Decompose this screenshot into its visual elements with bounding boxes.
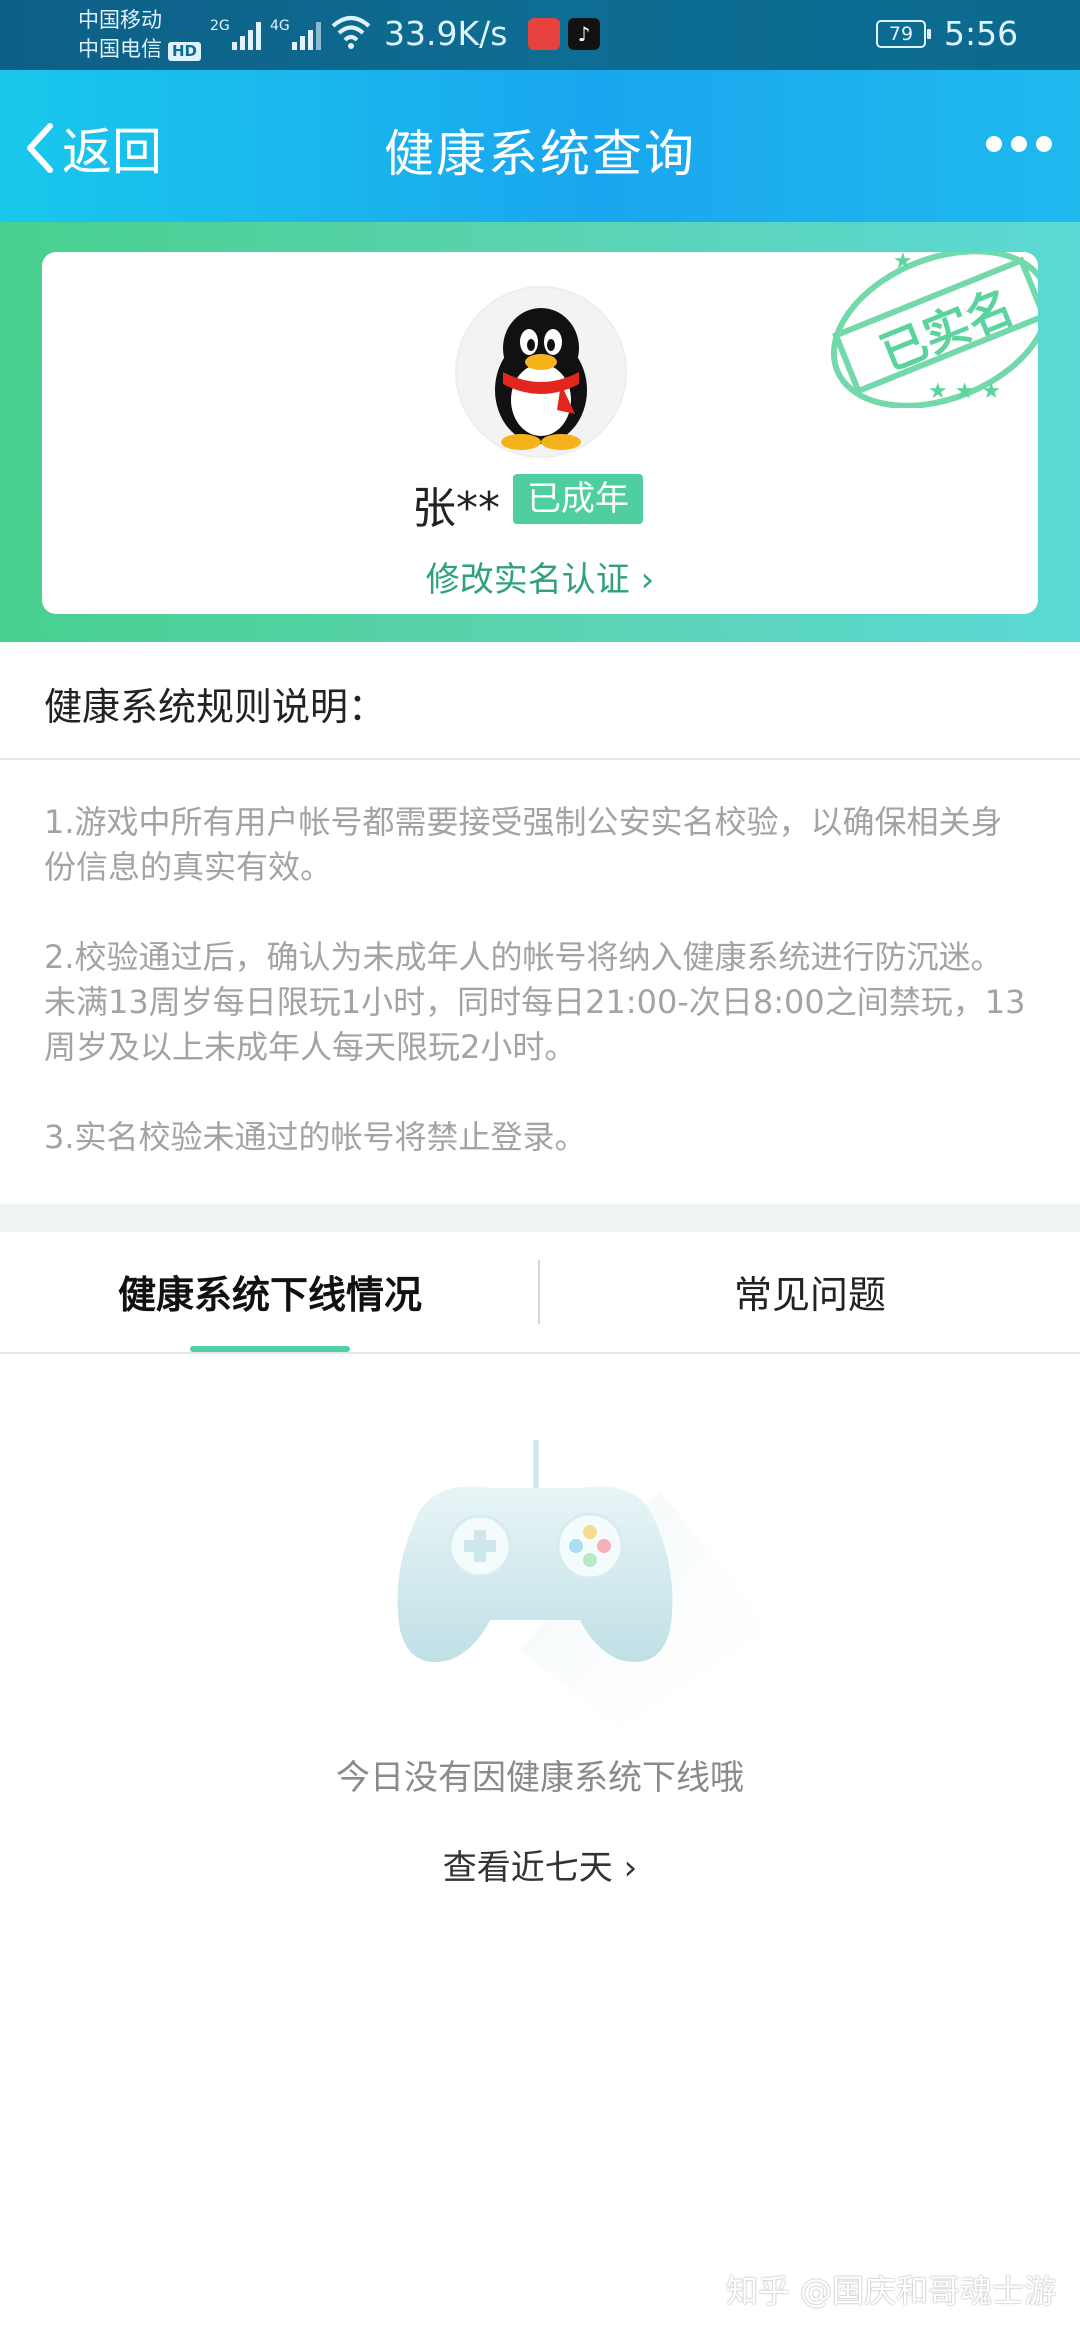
signal-2-icon bbox=[292, 20, 322, 50]
app-notification-icon bbox=[528, 18, 560, 50]
profile-card: 已实名 ★ ★ ★ ★ 张** 已成年 修改实名认证 › bbox=[42, 252, 1038, 614]
tab-offline-status[interactable]: 健康系统下线情况 bbox=[0, 1264, 540, 1319]
rule-item: 1.游戏中所有用户帐号都需要接受强制公安实名校验，以确保相关身份信息的真实有效。 bbox=[44, 803, 1003, 886]
rule-item: 3.实名校验未通过的帐号将禁止登录。 bbox=[44, 1118, 587, 1156]
profile-band: 已实名 ★ ★ ★ ★ 张** 已成年 修改实名认证 › bbox=[0, 222, 1080, 642]
more-dot-icon bbox=[1011, 136, 1027, 152]
rules-title: 健康系统规则说明： bbox=[44, 685, 387, 729]
more-dot-icon bbox=[986, 136, 1002, 152]
hd-badge: HD bbox=[168, 42, 202, 61]
nav-bar: 返回 健康系统查询 bbox=[0, 70, 1080, 222]
qq-penguin-icon bbox=[495, 308, 587, 450]
carrier-info: 中国移动 中国电信 HD bbox=[78, 6, 202, 64]
modify-realname-link[interactable]: 修改实名认证 › bbox=[42, 552, 1038, 601]
carrier-2-row: 中国电信 HD bbox=[78, 35, 202, 64]
carrier-2-label: 中国电信 bbox=[78, 37, 162, 61]
svg-text:★ ★ ★: ★ ★ ★ bbox=[928, 379, 1001, 404]
empty-state-message: 今日没有因健康系统下线哦 bbox=[336, 1758, 744, 1798]
verified-stamp-icon: 已实名 ★ ★ ★ ★ bbox=[830, 252, 1038, 408]
section-divider bbox=[0, 1204, 1080, 1232]
more-options-button[interactable] bbox=[986, 136, 1052, 152]
tiktok-icon: ♪ bbox=[568, 18, 600, 50]
rules-list: 1.游戏中所有用户帐号都需要接受强制公安实名校验，以确保相关身份信息的真实有效。… bbox=[44, 800, 1034, 1205]
carrier-1-label: 中国移动 bbox=[78, 8, 162, 32]
active-tab-indicator bbox=[190, 1346, 350, 1352]
tab-bar: 健康系统下线情况 常见问题 bbox=[0, 1232, 1080, 1354]
watermark: 知乎 @国庆和哥魂士游 bbox=[726, 2272, 1057, 2310]
signal-1-type: 2G bbox=[210, 18, 230, 34]
tab-faq[interactable]: 常见问题 bbox=[540, 1264, 1080, 1319]
signal-1-icon bbox=[232, 20, 262, 50]
net-speed: 33.9K/s bbox=[384, 14, 508, 53]
clock: 5:56 bbox=[944, 14, 1019, 53]
adult-status-badge: 已成年 bbox=[513, 474, 643, 524]
username: 张** bbox=[412, 483, 500, 534]
avatar[interactable] bbox=[457, 288, 625, 456]
gamepad-icon bbox=[397, 1440, 760, 1730]
more-dot-icon bbox=[1036, 136, 1052, 152]
view-last-seven-days-link[interactable]: 查看近七天 › bbox=[0, 1840, 1080, 1889]
rule-item: 2.校验通过后，确认为未成年人的帐号将纳入健康系统进行防沉迷。未满13周岁每日限… bbox=[44, 938, 1026, 1066]
status-bar: 中国移动 中国电信 HD 2G 4G 33.9K/s ♪ 79 5:56 bbox=[0, 0, 1080, 70]
page-title: 健康系统查询 bbox=[384, 125, 696, 183]
battery-indicator: 79 bbox=[876, 20, 931, 48]
svg-text:★: ★ bbox=[893, 252, 913, 274]
wifi-icon bbox=[331, 16, 371, 49]
rules-header: 健康系统规则说明： bbox=[0, 642, 1080, 760]
signal-2-type: 4G bbox=[270, 18, 290, 34]
